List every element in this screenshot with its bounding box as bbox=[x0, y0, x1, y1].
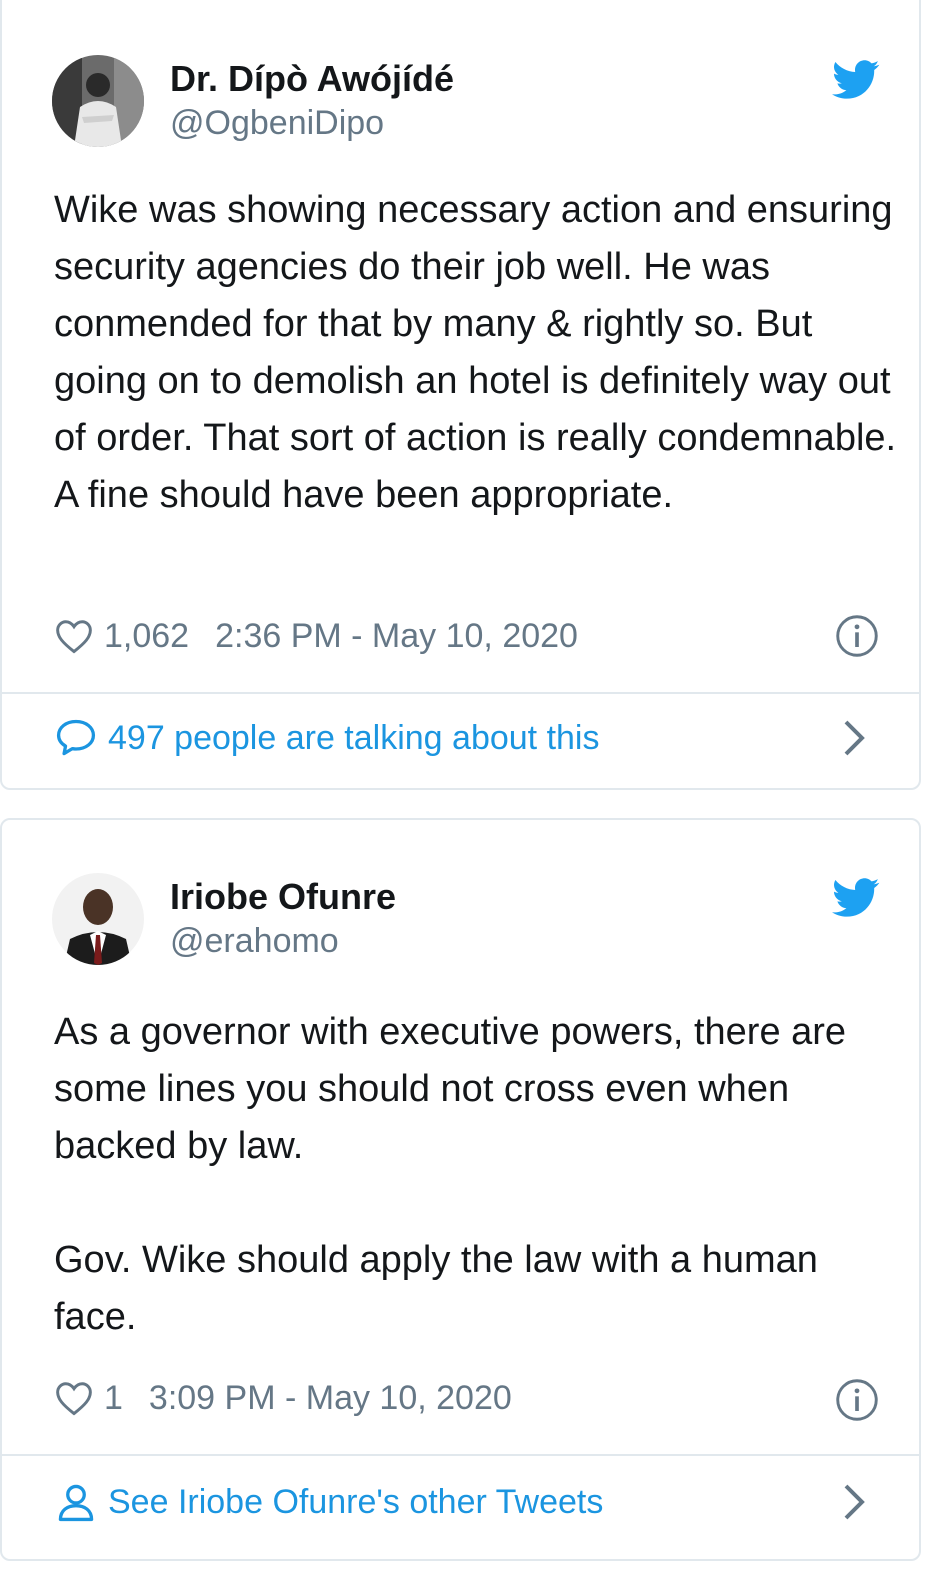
tweet-timestamp[interactable]: 3:09 PM - May 10, 2020 bbox=[149, 1379, 512, 1418]
author-name[interactable]: Iriobe Ofunre bbox=[170, 876, 396, 918]
tweet-card: Dr. Dípò Awójídé @OgbeniDipo Wike was sh… bbox=[0, 0, 921, 790]
like-count[interactable]: 1 bbox=[104, 1379, 123, 1418]
conversation-label[interactable]: 497 people are talking about this bbox=[108, 719, 599, 758]
author-name[interactable]: Dr. Dípò Awójídé bbox=[170, 58, 454, 100]
other-tweets-label[interactable]: See Iriobe Ofunre's other Tweets bbox=[108, 1483, 603, 1522]
author-handle[interactable]: @erahomo bbox=[170, 922, 339, 961]
divider bbox=[2, 1454, 919, 1456]
like-count[interactable]: 1,062 bbox=[104, 617, 189, 656]
chevron-right-icon[interactable] bbox=[841, 718, 867, 758]
other-tweets-link[interactable]: See Iriobe Ofunre's other Tweets bbox=[54, 1474, 879, 1530]
tweet-text: As a governor with executive powers, the… bbox=[54, 1011, 847, 1338]
speech-bubble-icon bbox=[56, 719, 96, 756]
twitter-bird-icon[interactable] bbox=[832, 60, 880, 100]
conversation-link[interactable]: 497 people are talking about this bbox=[54, 710, 879, 766]
twitter-bird-icon[interactable] bbox=[832, 878, 880, 918]
avatar[interactable] bbox=[52, 873, 144, 965]
info-icon[interactable] bbox=[835, 1378, 879, 1422]
tweet-meta: 1,062 2:36 PM - May 10, 2020 bbox=[54, 614, 578, 658]
tweet-card: Iriobe Ofunre @erahomo As a governor wit… bbox=[0, 818, 921, 1561]
chevron-right-icon[interactable] bbox=[841, 1482, 867, 1522]
author-handle[interactable]: @OgbeniDipo bbox=[170, 104, 384, 143]
tweet-meta: 1 3:09 PM - May 10, 2020 bbox=[54, 1376, 512, 1420]
heart-icon[interactable] bbox=[54, 1380, 94, 1416]
person-icon bbox=[58, 1484, 94, 1522]
tweet-text: Wike was showing necessary action and en… bbox=[54, 189, 905, 516]
info-icon[interactable] bbox=[835, 614, 879, 658]
tweet-timestamp[interactable]: 2:36 PM - May 10, 2020 bbox=[215, 617, 578, 656]
avatar[interactable] bbox=[52, 55, 144, 147]
heart-icon[interactable] bbox=[54, 618, 94, 654]
divider bbox=[2, 692, 919, 694]
